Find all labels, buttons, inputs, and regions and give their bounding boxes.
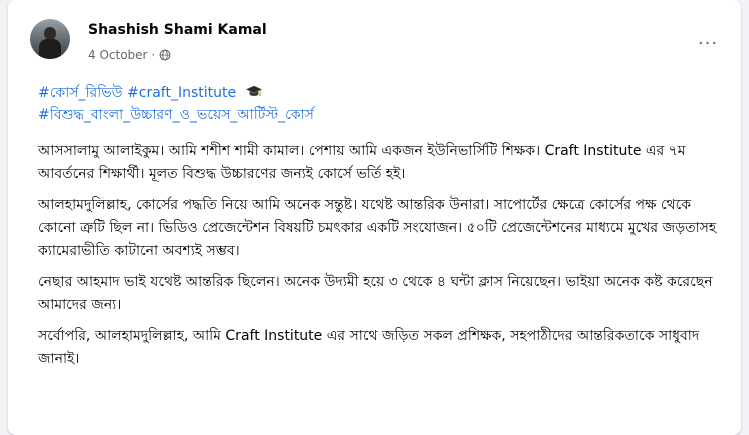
hashtags: #কোর্স_রিভিউ #craft_Institute #বিশুদ্ধ_ব… [38,82,314,126]
hashtag-course-review[interactable]: #কোর্স_রিভিউ [38,85,123,101]
paragraph-4: সর্বোপরি, আলহামদুলিল্লাহ, আমি Craft Inst… [38,328,700,367]
post-date[interactable]: 4 October [88,48,147,62]
hashtag-craft-institute[interactable]: #craft_Institute [127,85,236,101]
author-name[interactable]: Shashish Shami Kamal [88,22,267,38]
paragraph-1: আসসালামু আলাইকুম। আমি শশীশ শামী কামাল। প… [38,143,686,182]
more-options-button[interactable]: ··· [690,30,726,56]
post-body: আসসালামু আলাইকুম। আমি শশীশ শামী কামাল। প… [38,140,728,379]
avatar[interactable] [30,19,70,59]
graduation-cap-icon [245,85,262,96]
hashtag-bangla-course[interactable]: #বিশুদ্ধ_বাংলা_উচ্চারণ_ও_ভয়েস_আর্টিস্ট_… [38,107,314,123]
paragraph-3: নেছার আহমাদ ভাই যথেষ্ট আন্তরিক ছিলেন। অন… [38,274,713,313]
post-card: Shashish Shami Kamal 4 October · ··· #কো… [8,0,741,435]
globe-icon[interactable] [159,49,171,61]
meta-separator: · [151,48,156,62]
avatar-torso [39,39,61,59]
paragraph-2: আলহামদুলিল্লাহ, কোর্সের পদ্ধতি নিয়ে আমি… [38,197,717,259]
post-meta: 4 October · [88,48,171,62]
